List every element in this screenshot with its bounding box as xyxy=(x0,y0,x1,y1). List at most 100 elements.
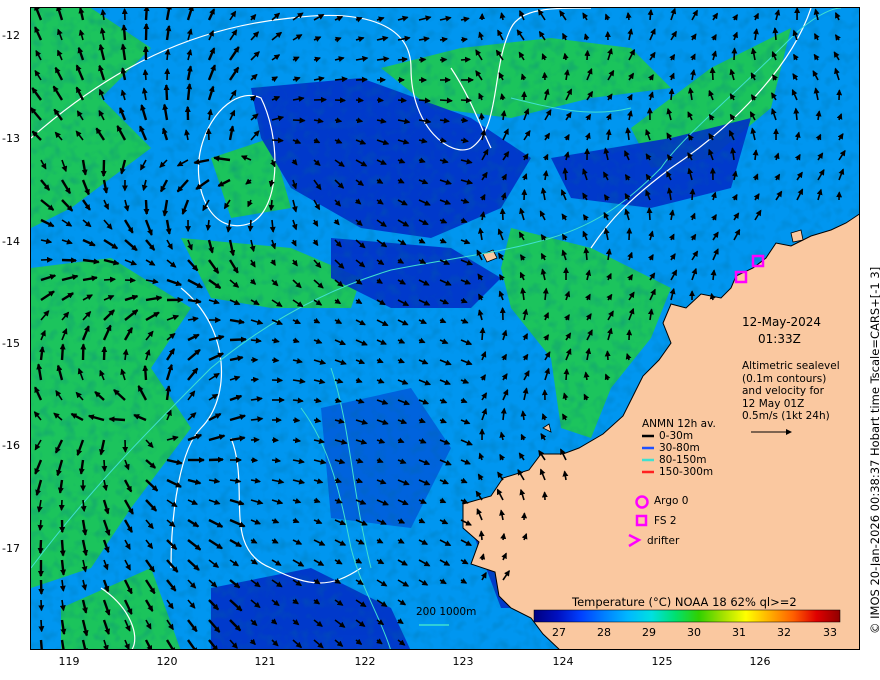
velocity-arrow xyxy=(439,56,448,63)
velocity-arrow xyxy=(562,167,569,181)
velocity-arrow xyxy=(376,97,384,104)
velocity-arrow xyxy=(292,117,306,124)
legend-item-label: 30-80m xyxy=(659,442,700,454)
colorbar-tick: 28 xyxy=(597,626,611,639)
velocity-arrow xyxy=(668,88,675,101)
velocity-arrow xyxy=(521,188,528,201)
velocity-arrow xyxy=(229,336,247,343)
velocity-arrow xyxy=(460,56,471,63)
velocity-arrow xyxy=(460,117,469,124)
legend-item-label: 150-300m xyxy=(659,466,714,478)
altimetry-note: Altimetric sealevel (0.1m contours) and … xyxy=(742,360,840,423)
velocity-arrow xyxy=(142,364,149,381)
colorbar-tick: 32 xyxy=(777,626,791,639)
altimetry-line: and velocity for xyxy=(742,385,824,397)
lat-tick: -12 xyxy=(2,29,20,42)
velocity-arrow xyxy=(500,532,507,541)
map-time: 01:33Z xyxy=(758,332,801,346)
lon-tick: 125 xyxy=(651,655,673,668)
velocity-arrow xyxy=(271,457,282,464)
sst-map[interactable]: 12-May-2024 01:33Z Altimetric sealevel (… xyxy=(30,7,860,650)
lon-tick: 123 xyxy=(452,655,474,668)
velocity-arrow xyxy=(418,56,427,63)
altimetry-line: 12 May 01Z xyxy=(742,397,805,410)
velocity-arrow xyxy=(460,97,472,104)
anmn-legend-title: ANMN 12h av. xyxy=(642,418,716,430)
lat-tick: -17 xyxy=(2,542,20,555)
velocity-arrow xyxy=(460,36,468,43)
velocity-arrow xyxy=(439,97,453,104)
velocity-arrow xyxy=(59,343,66,361)
drifter-label: drifter xyxy=(647,535,680,547)
lon-tick: 126 xyxy=(749,655,771,668)
velocity-arrow xyxy=(478,112,485,121)
velocity-arrow xyxy=(418,97,431,104)
lon-tick: 119 xyxy=(58,655,80,668)
lat-tick: -13 xyxy=(2,132,20,145)
velocity-arrow xyxy=(37,519,44,531)
velocity-arrow xyxy=(60,559,67,576)
velocity-arrow xyxy=(292,397,304,404)
colorbar-tick: 29 xyxy=(642,626,656,639)
velocity-arrow xyxy=(39,346,45,361)
velocity-arrow xyxy=(37,539,44,555)
lon-tick: 120 xyxy=(156,655,178,668)
velocity-arrow xyxy=(124,277,136,284)
velocity-arrow xyxy=(604,350,611,361)
velocity-arrow xyxy=(292,417,301,424)
velocity-arrow xyxy=(541,71,548,81)
velocity-arrow xyxy=(142,69,149,81)
credit-text: © IMOS 20-Jan-2026 00:38:37 Hobart time … xyxy=(868,266,880,634)
velocity-arrow xyxy=(625,12,632,21)
argo-label: Argo 0 xyxy=(654,495,689,507)
velocity-arrow xyxy=(355,76,368,83)
velocity-arrow xyxy=(647,9,654,21)
velocity-arrow xyxy=(205,128,212,141)
legend-item-label: 0-30m xyxy=(659,430,694,442)
velocity-arrow xyxy=(38,599,45,612)
velocity-arrow xyxy=(731,47,738,61)
sst-map-canvas xyxy=(31,8,859,649)
velocity-arrow xyxy=(101,459,108,472)
lon-tick: 124 xyxy=(552,655,574,668)
colorbar xyxy=(533,609,841,623)
velocity-arrow xyxy=(752,149,759,161)
velocity-arrow xyxy=(439,36,448,43)
velocity-arrow xyxy=(58,499,65,511)
depth-legend-label: 200 1000m xyxy=(416,606,477,618)
map-date: 12-May-2024 xyxy=(742,315,822,329)
velocity-arrow xyxy=(143,199,150,215)
colorbar-title: Temperature (°C) NOAA 18 62% ql>=2 xyxy=(572,595,797,609)
colorbar-tick: 33 xyxy=(823,626,837,639)
fs-label: FS 2 xyxy=(654,515,677,527)
velocity-arrow xyxy=(250,337,262,344)
velocity-arrow xyxy=(108,416,126,423)
colorbar-tick: 30 xyxy=(687,626,701,639)
velocity-arrow xyxy=(163,84,170,101)
velocity-arrow xyxy=(584,49,591,61)
velocity-arrow xyxy=(479,327,486,341)
velocity-arrow xyxy=(39,639,43,649)
velocity-arrow xyxy=(478,530,485,541)
altimetry-line: (0.1m contours) xyxy=(742,372,827,385)
velocity-arrow xyxy=(247,219,254,232)
colorbar-tick: 31 xyxy=(732,626,746,639)
velocity-arrow xyxy=(292,437,302,444)
velocity-arrow xyxy=(397,97,407,104)
velocity-arrow xyxy=(709,67,716,81)
velocity-arrow xyxy=(397,56,408,63)
velocity-arrow xyxy=(646,207,653,221)
lat-tick: -15 xyxy=(2,337,20,350)
velocity-arrow xyxy=(710,269,717,281)
lat-tick: -14 xyxy=(2,235,20,248)
lon-tick: 122 xyxy=(354,655,376,668)
velocity-arrow xyxy=(772,27,779,41)
velocity-arrow xyxy=(143,8,150,21)
velocity-arrow xyxy=(563,368,570,381)
velocity-arrow xyxy=(208,456,224,463)
velocity-arrow xyxy=(268,199,275,211)
legend-item-label: 80-150m xyxy=(659,454,707,466)
velocity-arrow xyxy=(689,188,696,201)
lat-tick: -16 xyxy=(2,439,20,452)
velocity-arrow xyxy=(250,376,260,383)
